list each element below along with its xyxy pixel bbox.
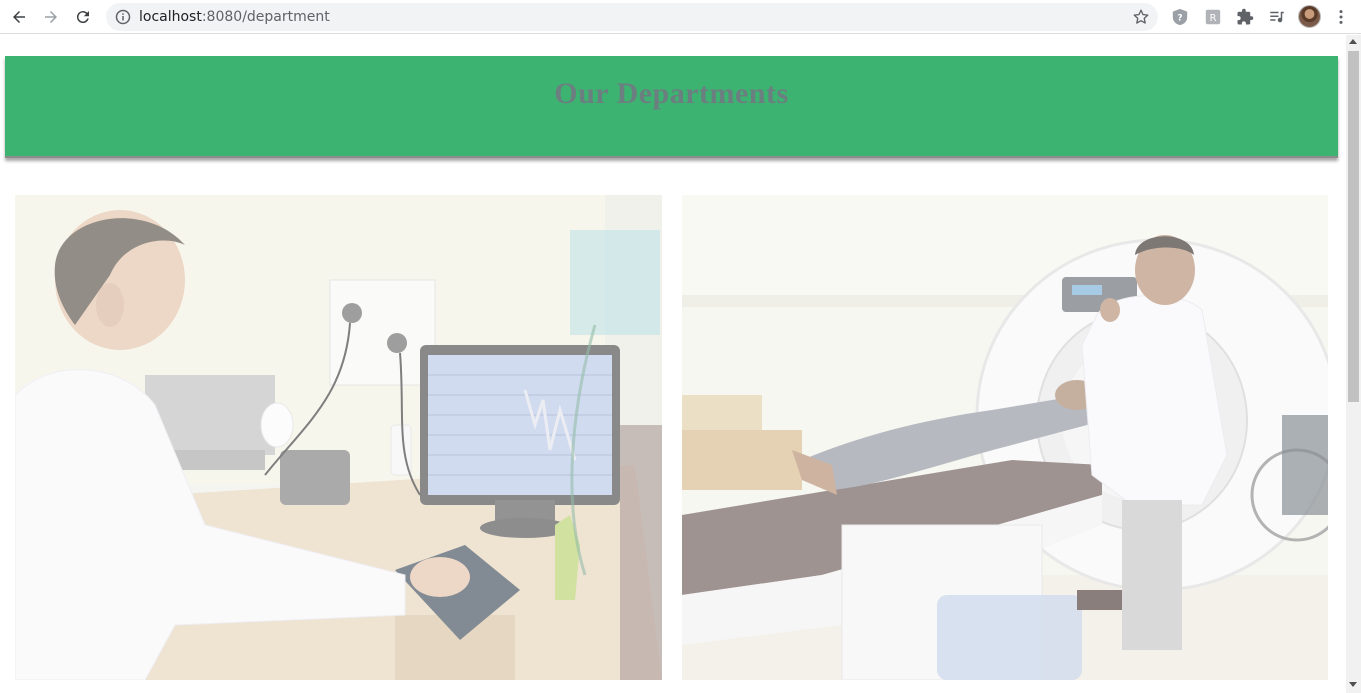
- svg-text:R: R: [1210, 13, 1217, 24]
- browser-toolbar: localhost:8080/department ? R: [0, 0, 1361, 34]
- reload-button[interactable]: [70, 4, 96, 30]
- page-content: Our Departments: [0, 35, 1346, 693]
- help-extension-icon: ?: [1172, 8, 1188, 26]
- departments-banner: Our Departments: [5, 56, 1338, 158]
- ct-scan-department-photo: [682, 195, 1328, 680]
- extensions-button[interactable]: [1235, 7, 1255, 27]
- url-host: localhost: [139, 9, 202, 25]
- url-path: :8080/department: [201, 9, 330, 25]
- svg-text:?: ?: [1177, 14, 1182, 24]
- media-queue-button[interactable]: [1267, 7, 1287, 27]
- more-menu-button[interactable]: [1331, 7, 1351, 27]
- page-scrollbar[interactable]: [1346, 35, 1361, 693]
- info-icon[interactable]: [115, 9, 131, 25]
- help-extension-button[interactable]: ?: [1170, 7, 1190, 27]
- reload-icon: [76, 11, 89, 24]
- ecg-department-photo: [15, 195, 662, 680]
- forward-icon: [45, 11, 57, 23]
- address-bar[interactable]: localhost:8080/department: [106, 3, 1158, 31]
- page-title: Our Departments: [554, 77, 789, 110]
- back-button[interactable]: [6, 4, 32, 30]
- scroll-thumb[interactable]: [1348, 51, 1359, 402]
- scroll-up-arrow-icon[interactable]: [1349, 39, 1357, 44]
- more-menu-icon: [1339, 10, 1343, 24]
- forward-button[interactable]: [38, 4, 64, 30]
- back-icon: [13, 11, 25, 23]
- r-extension-icon: R: [1205, 9, 1221, 25]
- star-icon[interactable]: [1132, 8, 1150, 26]
- url-text: localhost:8080/department: [139, 9, 330, 25]
- media-queue-icon: [1270, 11, 1284, 23]
- extensions-puzzle-icon: [1237, 8, 1254, 25]
- profile-avatar[interactable]: [1298, 5, 1321, 28]
- scroll-down-arrow-icon[interactable]: [1349, 682, 1357, 687]
- r-extension-button[interactable]: R: [1203, 7, 1223, 27]
